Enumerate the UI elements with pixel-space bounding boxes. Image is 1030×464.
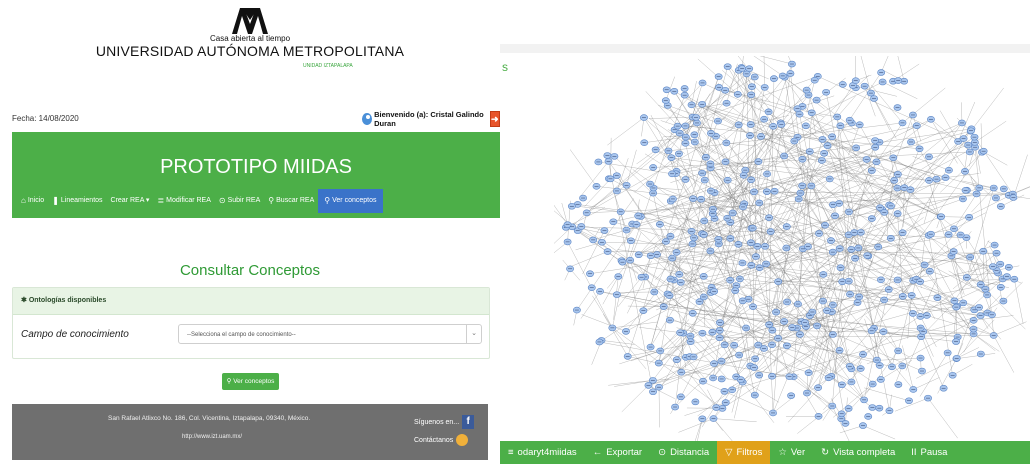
- toolbar-icon: ▽: [725, 447, 733, 458]
- ontology-graph[interactable]: [554, 56, 1030, 442]
- toolbar-icon: ☆: [778, 447, 787, 458]
- university-tagline: Casa abierta al tiempo: [209, 34, 291, 43]
- toolbar-label: Distancia: [670, 447, 710, 458]
- toolbar-label: Vista completa: [833, 447, 896, 458]
- graph-toolbar: ≡ odaryt4miidas ← Exportar ⊙ Distancia ▽ Filtro…: [500, 441, 1030, 464]
- main-nav: ⌂ Inicio ❚ Lineamientos Crear REA ▾ ≣ Mo…: [17, 189, 383, 213]
- toolbar-vista-completa[interactable]: ↻ Vista completa: [813, 441, 903, 464]
- chevron-down-icon: ⌄: [466, 325, 481, 343]
- graph-edges: [554, 56, 1030, 442]
- zoom-icon: ⚲: [324, 196, 331, 205]
- nav-inicio[interactable]: ⌂ Inicio: [17, 189, 48, 213]
- welcome-text: Bienvenido (a): Cristal Galindo Duran: [374, 110, 484, 128]
- follow-us[interactable]: Síguenos en... f: [414, 415, 475, 429]
- toolbar-filtros[interactable]: ▽ Filtros: [717, 441, 771, 464]
- contact-icon: [456, 434, 469, 446]
- nav-ver-conceptos[interactable]: ⚲ Ver conceptos: [318, 189, 383, 213]
- toolbar-label: Pausa: [920, 447, 948, 458]
- button-label: Ver conceptos: [233, 378, 275, 385]
- nav-label: Inicio: [27, 197, 45, 204]
- ver-conceptos-button[interactable]: ⚲ Ver conceptos: [222, 373, 279, 390]
- bookmark-icon: ❚: [52, 196, 59, 205]
- toolbar-label: Exportar: [606, 447, 643, 458]
- toolbar-icon: ≡: [508, 447, 514, 458]
- date-label: Fecha: 14/08/2020: [12, 114, 79, 123]
- toolbar-odaryt4miidas[interactable]: ≡ odaryt4miidas: [500, 441, 585, 464]
- university-name: UNIVERSIDAD AUTÓNOMA METROPOLITANA: [95, 43, 405, 59]
- miidas-page: Casa abierta al tiempo UNIVERSIDAD AUTÓN…: [0, 0, 501, 464]
- footer-url[interactable]: http://www.izt.uam.mx/: [182, 434, 242, 440]
- toolbar-exportar[interactable]: ← Exportar: [585, 441, 650, 464]
- follow-text: Síguenos en...: [414, 418, 460, 426]
- contact-text: Contáctanos: [414, 436, 454, 444]
- top-strip: [500, 44, 1030, 53]
- uam-logo: [232, 8, 268, 34]
- graph-viewer: s ≡ odaryt4miidas ← Exportar ⊙ Distancia ▽ Filt…: [500, 0, 1030, 464]
- nav-label: Crear REA ▾: [110, 197, 150, 204]
- toolbar-label: odaryt4miidas: [517, 447, 577, 458]
- list-icon: ≣: [157, 196, 165, 205]
- cut-off-text: s: [502, 60, 508, 74]
- toolbar-icon: II: [911, 447, 917, 458]
- user-welcome: Bienvenido (a): Cristal Galindo Duran ➜: [362, 110, 501, 128]
- nav-label: Modificar REA: [166, 197, 211, 204]
- ontologies-panel: ✱ Ontologías disponibles Campo de conoci…: [12, 287, 490, 359]
- nav-lineamientos[interactable]: ❚ Lineamientos: [48, 189, 106, 213]
- page-title: Consultar Conceptos: [179, 262, 321, 279]
- logout-icon[interactable]: ➜: [489, 111, 501, 127]
- search-icon: ⚲: [268, 196, 275, 205]
- nav-modificar-rea[interactable]: ≣ Modificar REA: [153, 189, 214, 213]
- university-unit: UNIDAD IZTAPALAPA: [303, 63, 353, 69]
- toolbar-pausa[interactable]: II Pausa: [903, 441, 955, 464]
- footer: San Rafael Atlixco No. 186, Col. Vicenti…: [12, 404, 488, 460]
- toolbar-distancia[interactable]: ⊙ Distancia: [650, 441, 717, 464]
- toolbar-label: Ver: [790, 447, 806, 458]
- app-title: PROTOTIPO MIIDAS: [160, 156, 352, 178]
- upload-icon: ⊙: [218, 196, 226, 205]
- nav-label: Buscar REA: [276, 197, 315, 204]
- ontologies-heading: ✱ Ontologías disponibles: [13, 288, 489, 315]
- nav-label: Ver conceptos: [332, 197, 377, 204]
- nav-subir-rea[interactable]: ⊙ Subir REA: [215, 189, 264, 213]
- footer-address: San Rafael Atlixco No. 186, Col. Vicenti…: [108, 415, 311, 422]
- facebook-icon[interactable]: f: [462, 415, 475, 429]
- user-icon: [362, 113, 373, 125]
- toolbar-icon: ↻: [821, 447, 830, 458]
- asterisk-icon: ✱: [21, 297, 29, 304]
- knowledge-field-select[interactable]: --Selecciona el campo de conocimiento-- …: [178, 324, 482, 344]
- nav-label: Lineamientos: [60, 197, 103, 204]
- home-icon: ⌂: [21, 196, 26, 205]
- toolbar-label: Filtros: [736, 447, 763, 458]
- select-value: --Selecciona el campo de conocimiento--: [187, 332, 296, 338]
- nav-buscar-rea[interactable]: ⚲ Buscar REA: [264, 189, 318, 213]
- contact-us[interactable]: Contáctanos: [414, 434, 469, 446]
- nav-label: Subir REA: [227, 197, 261, 204]
- toolbar-ver[interactable]: ☆ Ver: [770, 441, 813, 464]
- ontologies-heading-text: Ontologías disponibles: [28, 297, 107, 304]
- toolbar-icon: ←: [592, 447, 603, 458]
- toolbar-icon: ⊙: [658, 447, 667, 458]
- field-label: Campo de conocimiento: [21, 329, 129, 340]
- nav-crear-rea-dropdown[interactable]: Crear REA ▾: [107, 189, 154, 213]
- app-header: PROTOTIPO MIIDAS ⌂ Inicio ❚ Lineamientos…: [12, 132, 500, 218]
